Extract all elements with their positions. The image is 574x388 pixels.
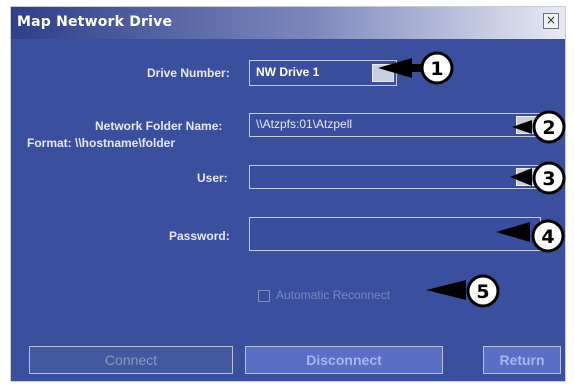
callout-number: 3 [542, 168, 555, 190]
callout-1: 1 [378, 51, 454, 85]
arrow-pointer-icon [510, 168, 532, 186]
arrow-pointer-icon [378, 58, 412, 78]
callout-3: 3 [510, 161, 566, 195]
callout-4: 4 [496, 219, 565, 253]
callout-number: 4 [541, 226, 554, 248]
arrow-pointer-icon [512, 120, 532, 134]
callout-number: 1 [430, 58, 443, 80]
callout-annotations: 1 2 3 4 5 [378, 51, 566, 308]
arrow-pointer-icon [426, 280, 466, 300]
callout-number: 2 [542, 117, 555, 139]
screenshot-frame: Map Network Drive × Drive Number: NW Dri… [0, 0, 574, 388]
callout-number: 5 [476, 281, 489, 303]
callout-5: 5 [426, 274, 500, 308]
callout-2: 2 [512, 110, 566, 144]
arrow-pointer-icon [496, 222, 530, 242]
